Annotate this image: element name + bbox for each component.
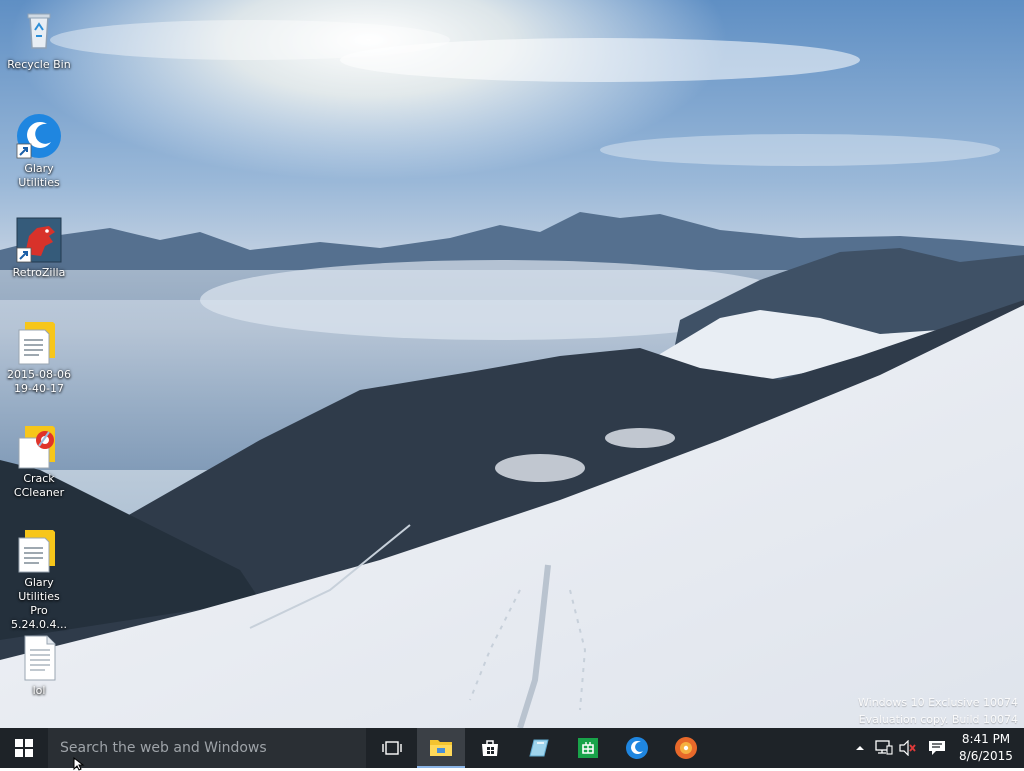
desktop-icon-lol[interactable]: lol <box>2 634 76 698</box>
taskbar-glass-app[interactable] <box>515 728 563 768</box>
chevron-up-icon <box>856 746 864 750</box>
volume-muted-icon <box>899 740 916 756</box>
clock[interactable]: 8:41 PM 8/6/2015 <box>956 731 1016 765</box>
folder-icon <box>430 740 452 756</box>
network-button[interactable] <box>872 728 896 768</box>
search-placeholder: Search the web and Windows <box>60 740 267 756</box>
taskbar-green-app[interactable] <box>564 728 612 768</box>
store-icon <box>482 740 498 756</box>
desktop-icon-crack-ccleaner[interactable]: Crack CCleaner <box>2 422 76 500</box>
volume-button[interactable] <box>896 728 920 768</box>
glary-utilities-icon <box>15 112 63 160</box>
desktop-icon-label: Recycle Bin <box>7 58 71 71</box>
desktop-icon-label: 2015-08-06 19-40-17 <box>7 368 71 395</box>
start-button[interactable] <box>0 728 48 768</box>
desktop-icon-recycle-bin[interactable]: Recycle Bin <box>2 8 76 72</box>
task-view-button[interactable] <box>368 728 416 768</box>
desktop-icon-label: RetroZilla <box>12 266 66 279</box>
document-icon <box>15 526 63 574</box>
taskbar-orange-app[interactable] <box>662 728 710 768</box>
orange-disc-icon <box>675 737 697 759</box>
retrozilla-icon <box>15 216 63 264</box>
windows-logo-icon <box>15 739 33 757</box>
action-center-button[interactable] <box>924 728 950 768</box>
wallpaper <box>0 0 1024 728</box>
watermark-line-2: Evaluation copy. Build 10074 <box>858 713 1018 726</box>
desktop-icon-glary-utilities[interactable]: Glary Utilities <box>2 112 76 190</box>
task-view-icon <box>382 741 402 755</box>
ccleaner-icon <box>15 422 63 470</box>
taskbar-glary-utilities[interactable] <box>613 728 661 768</box>
action-center-icon <box>929 741 945 755</box>
green-app-icon <box>578 738 598 758</box>
search-box[interactable]: Search the web and Windows <box>48 728 366 768</box>
glary-utilities-icon <box>626 737 648 759</box>
desktop-icon-2015-08-06[interactable]: 2015-08-06 19-40-17 <box>2 318 76 396</box>
clock-date: 8/6/2015 <box>959 749 1013 763</box>
clock-time: 8:41 PM <box>961 732 1011 746</box>
document-icon <box>15 318 63 366</box>
desktop-icon-label: Crack CCleaner <box>13 472 65 499</box>
network-icon <box>875 740 893 755</box>
mouse-cursor-icon <box>73 757 85 771</box>
desktop-icons: Recycle Bin Glary Utilities RetroZilla 2… <box>0 0 80 728</box>
text-file-icon <box>15 634 63 682</box>
desktop[interactable]: Recycle Bin Glary Utilities RetroZilla 2… <box>0 0 1024 728</box>
evaluation-watermark: Windows 10 Exclusive 10074 Evaluation co… <box>858 694 1018 728</box>
taskbar-file-explorer[interactable] <box>417 728 465 768</box>
recycle-bin-icon <box>15 8 63 56</box>
watermark-line-1: Windows 10 Exclusive 10074 <box>858 696 1018 709</box>
desktop-icon-label: lol <box>32 684 46 697</box>
desktop-icon-retrozilla[interactable]: RetroZilla <box>2 216 76 280</box>
glass-icon <box>529 739 549 757</box>
desktop-icon-label: Glary Utilities <box>18 162 60 189</box>
taskbar-store[interactable] <box>466 728 514 768</box>
system-tray: 8:41 PM 8/6/2015 <box>844 728 1024 768</box>
desktop-icon-glary-utilities-pro[interactable]: Glary Utilities Pro 5.24.0.4... <box>2 526 76 632</box>
show-hidden-icons-button[interactable] <box>850 728 870 768</box>
taskbar: Search the web and Windows 8:41 PM 8/6/2… <box>0 728 1024 768</box>
desktop-icon-label: Glary Utilities Pro 5.24.0.4... <box>11 576 67 631</box>
